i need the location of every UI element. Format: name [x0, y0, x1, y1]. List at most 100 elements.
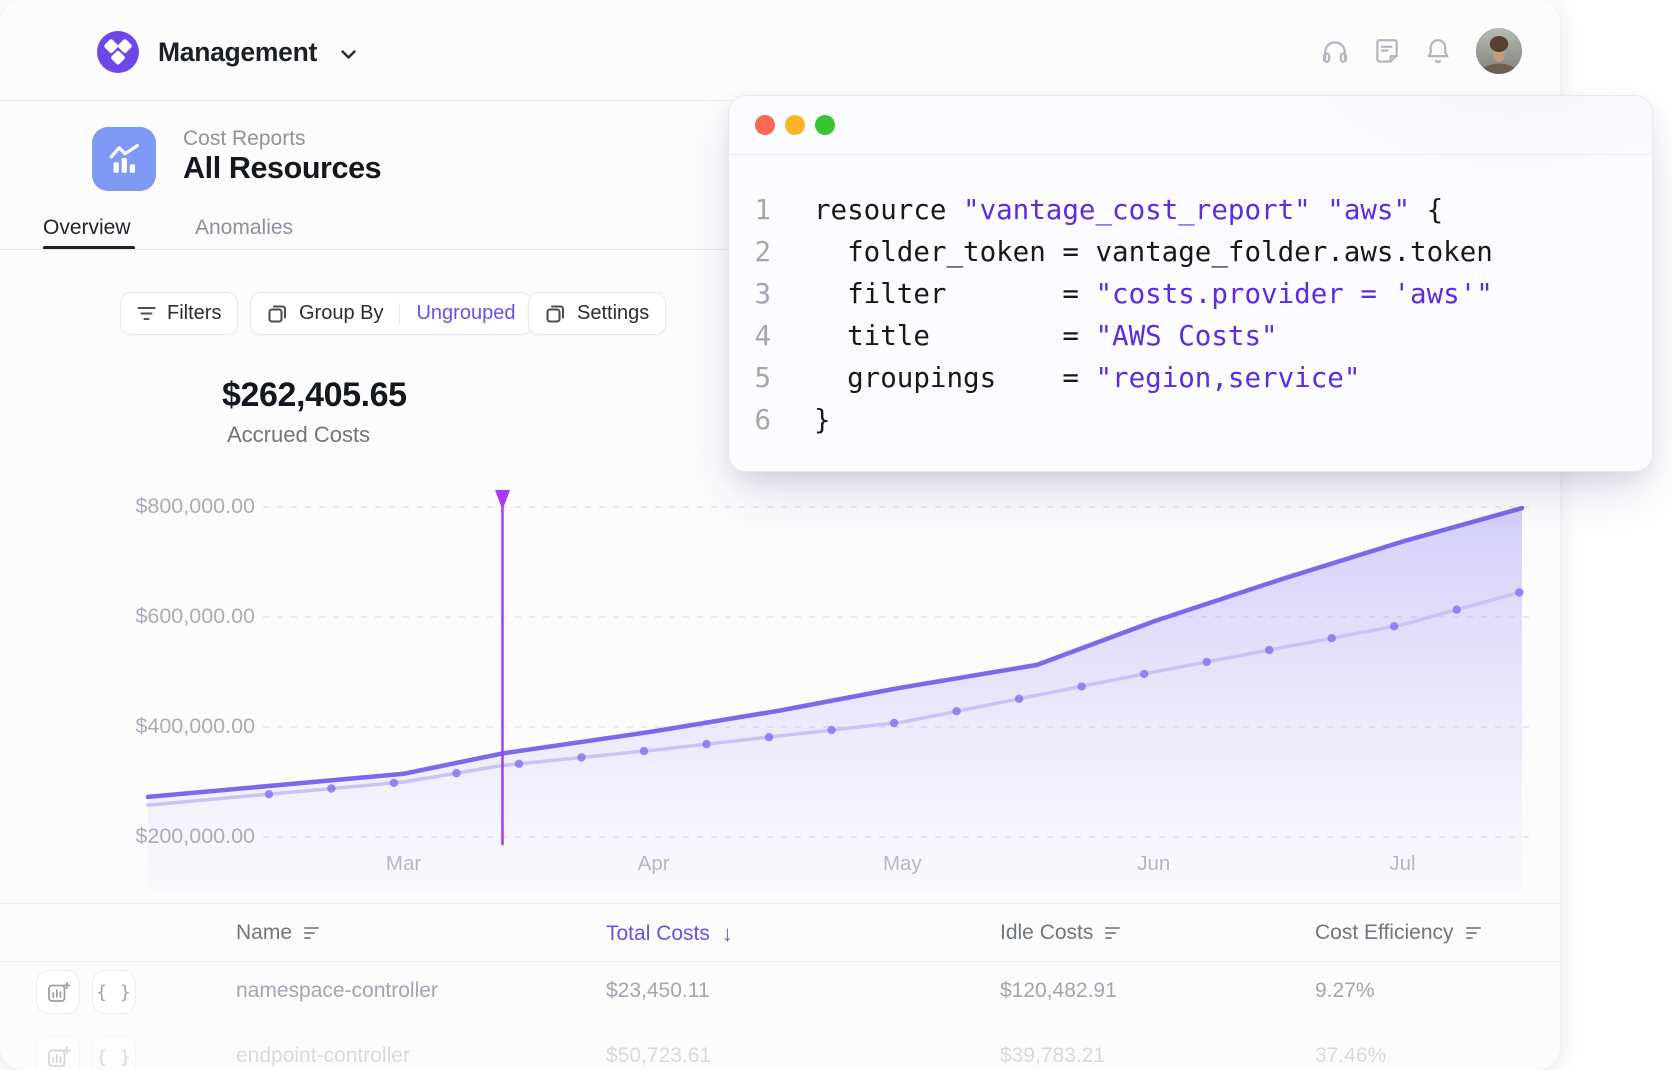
table-top-divider: [0, 903, 1560, 904]
cost-efficiency-value: 37.46%: [1315, 1044, 1386, 1068]
data-point: [1015, 695, 1023, 703]
data-point: [952, 707, 960, 715]
report-icon-tile: [92, 127, 156, 191]
breadcrumb: Cost Reports: [183, 127, 306, 151]
cost-report-chart-icon: [107, 142, 141, 176]
column-header-name[interactable]: Name: [236, 921, 320, 945]
line-number: 2: [729, 231, 771, 273]
settings-button[interactable]: Settings: [528, 292, 666, 335]
idle-costs-value: $120,482.91: [1000, 979, 1117, 1003]
sort-icon: [304, 926, 320, 940]
data-point: [515, 760, 523, 768]
open-report-button[interactable]: [36, 970, 80, 1014]
line-number: 1: [729, 189, 771, 231]
data-point: [1515, 588, 1523, 596]
screenshot-stage: Management: [0, 0, 1672, 1070]
data-point: [765, 733, 773, 741]
braces-icon: { }: [96, 1047, 132, 1068]
scrubber-handle[interactable]: [495, 490, 510, 510]
code-line: 1resource "vantage_cost_report" "aws" {: [729, 189, 1652, 231]
data-point: [1140, 670, 1148, 678]
sort-icon: [1105, 926, 1121, 940]
data-point: [702, 740, 710, 748]
minimize-button[interactable]: [785, 115, 805, 135]
sort-desc-icon: ↓: [722, 921, 733, 947]
chart-add-icon: [46, 1045, 71, 1070]
column-label: Cost Efficiency: [1315, 921, 1454, 945]
page-title: All Resources: [183, 151, 381, 186]
zoom-button[interactable]: [815, 115, 835, 135]
tab-anomalies[interactable]: Anomalies: [195, 216, 293, 240]
column-label: Total Costs: [606, 922, 710, 946]
data-point: [1453, 606, 1461, 614]
open-report-button[interactable]: [36, 1035, 80, 1070]
button-separator: [399, 303, 400, 325]
line-number: 5: [729, 357, 771, 399]
filters-button[interactable]: Filters: [120, 292, 238, 335]
vantage-logo-icon: [97, 31, 139, 73]
line-number: 3: [729, 273, 771, 315]
data-point: [577, 753, 585, 761]
data-point: [452, 769, 460, 777]
notes-icon: [1373, 37, 1401, 65]
braces-icon: { }: [96, 982, 132, 1003]
user-avatar[interactable]: [1476, 28, 1522, 74]
data-point: [1328, 634, 1336, 642]
resource-name: namespace-controller: [236, 979, 438, 1003]
top-bar: Management: [0, 0, 1560, 101]
column-label: Idle Costs: [1000, 921, 1093, 945]
group-by-button[interactable]: Group By Ungrouped: [250, 292, 532, 335]
resource-name: endpoint-controller: [236, 1044, 410, 1068]
accrued-costs-amount: $262,405.65: [222, 376, 407, 415]
line-number: 6: [729, 399, 771, 441]
data-point: [327, 784, 335, 792]
notifications-button[interactable]: [1424, 37, 1452, 65]
data-point: [827, 726, 835, 734]
data-point: [890, 719, 898, 727]
total-costs-value: $50,723.61: [606, 1044, 711, 1068]
line-number: 4: [729, 315, 771, 357]
data-point: [1265, 646, 1273, 654]
data-point: [1390, 622, 1398, 630]
code-editor-window: 1resource "vantage_cost_report" "aws" {2…: [728, 95, 1653, 472]
code-content: 1resource "vantage_cost_report" "aws" {2…: [729, 155, 1652, 441]
column-label: Name: [236, 921, 292, 945]
view-code-button[interactable]: { }: [92, 970, 136, 1014]
column-header-total-costs[interactable]: Total Costs ↓: [606, 921, 733, 947]
view-code-button[interactable]: { }: [92, 1035, 136, 1070]
workspace-switcher[interactable]: Management: [97, 29, 356, 75]
accrued-costs-label: Accrued Costs: [227, 422, 370, 448]
bell-icon: [1424, 37, 1452, 65]
cost-efficiency-value: 9.27%: [1315, 979, 1375, 1003]
support-button[interactable]: [1321, 37, 1349, 65]
cost-chart: [0, 460, 1560, 890]
close-button[interactable]: [755, 115, 775, 135]
chevron-down-icon: [341, 50, 356, 59]
code-line: 4 title = "AWS Costs": [729, 315, 1652, 357]
filter-icon: [137, 305, 156, 322]
code-window-titlebar: [729, 96, 1652, 155]
data-point: [1203, 658, 1211, 666]
data-point: [640, 747, 648, 755]
code-line: 6}: [729, 399, 1652, 441]
sort-icon: [1466, 926, 1482, 940]
column-header-idle-costs[interactable]: Idle Costs: [1000, 921, 1121, 945]
headphones-icon: [1321, 37, 1349, 65]
data-point: [265, 790, 273, 798]
layers-icon: [545, 303, 566, 324]
table-row[interactable]: { }endpoint-controller$50,723.61$39,783.…: [0, 1026, 1560, 1070]
data-point: [1077, 682, 1085, 690]
group-by-label: Group By: [299, 302, 383, 325]
group-by-value: Ungrouped: [416, 302, 515, 325]
code-line: 5 groupings = "region,service": [729, 357, 1652, 399]
settings-label: Settings: [577, 302, 649, 325]
docs-button[interactable]: [1373, 37, 1401, 65]
layers-icon: [267, 303, 288, 324]
column-header-cost-efficiency[interactable]: Cost Efficiency: [1315, 921, 1482, 945]
code-line: 3 filter = "costs.provider = 'aws'": [729, 273, 1652, 315]
total-costs-value: $23,450.11: [606, 979, 710, 1003]
tab-overview[interactable]: Overview: [43, 216, 131, 240]
filters-label: Filters: [167, 302, 221, 325]
table-row[interactable]: { } namespace-controller $23,450.11 $120,48…: [0, 962, 1560, 1020]
workspace-name: Management: [158, 37, 317, 68]
